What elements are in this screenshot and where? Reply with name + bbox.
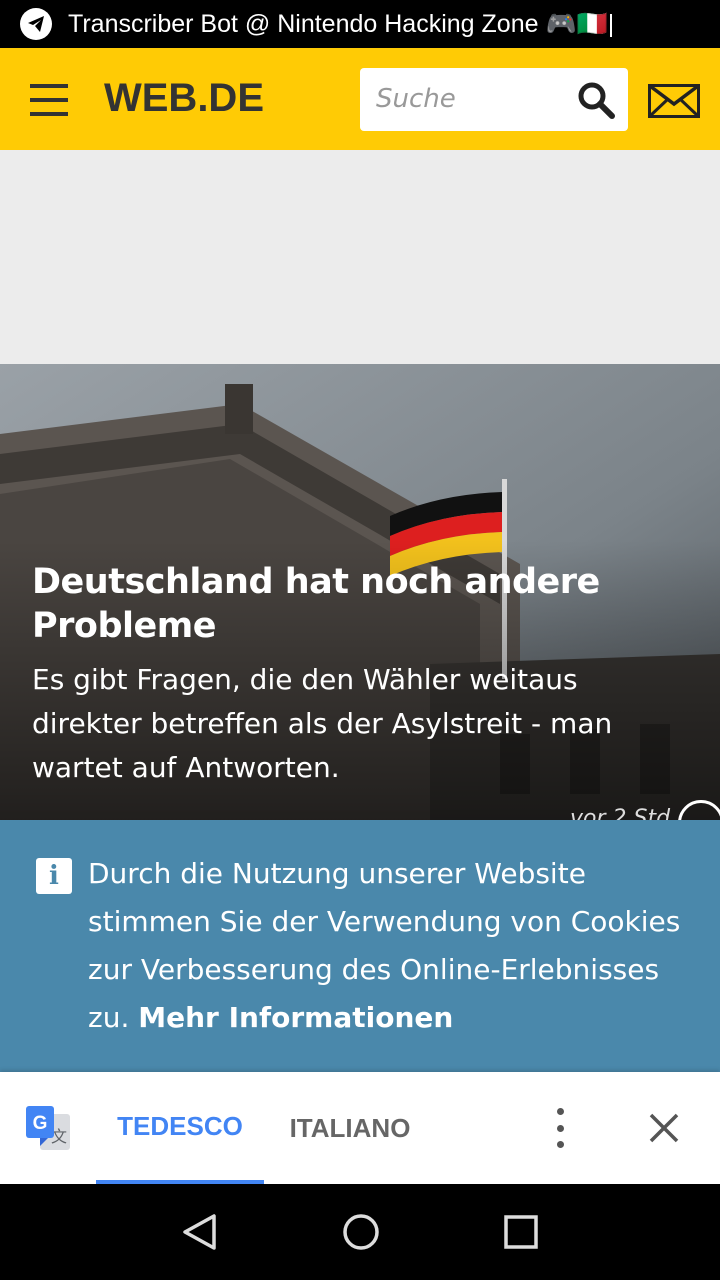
hero-teaser: Es gibt Fragen, die den Wähler weitaus d…: [32, 663, 613, 784]
more-info-link[interactable]: Mehr Informationen: [138, 1001, 453, 1034]
search-box[interactable]: [360, 68, 628, 131]
notification-ticker: Transcriber Bot @ Nintendo Hacking Zone …: [68, 9, 615, 38]
site-logo[interactable]: WEB.DE: [104, 76, 264, 121]
tab-target-language[interactable]: ITALIANO: [270, 1072, 430, 1184]
tab-source-language[interactable]: TEDESCO: [96, 1072, 264, 1184]
close-icon[interactable]: [644, 1108, 684, 1148]
cookie-banner: i Durch die Nutzung unserer Website stim…: [0, 820, 720, 1072]
mail-icon[interactable]: [648, 84, 700, 118]
menu-icon[interactable]: [30, 84, 70, 116]
back-icon[interactable]: [180, 1212, 220, 1252]
navigation-bar: [0, 1184, 720, 1280]
site-header: WEB.DE: [0, 48, 720, 150]
more-icon[interactable]: [546, 1108, 574, 1148]
hero-timestamp: vor 2 Std.: [570, 806, 678, 820]
search-input[interactable]: [376, 78, 566, 120]
hero-article[interactable]: Deutschland hat noch andere Probleme Es …: [0, 364, 720, 820]
hero-headline[interactable]: Deutschland hat noch andere Probleme: [32, 560, 652, 648]
recents-icon[interactable]: [501, 1212, 541, 1252]
info-icon: i: [36, 858, 72, 894]
google-translate-icon: 文 G: [26, 1106, 70, 1150]
svg-text:G: G: [33, 1113, 48, 1134]
home-icon[interactable]: [341, 1212, 381, 1252]
telegram-icon: [20, 8, 52, 40]
search-icon[interactable]: [576, 80, 616, 120]
translate-bar: 文 G TEDESCO ITALIANO: [0, 1072, 720, 1184]
cookie-text: Durch die Nutzung unserer Website stimme…: [88, 850, 698, 1042]
status-bar: Transcriber Bot @ Nintendo Hacking Zone …: [0, 0, 720, 48]
ad-placeholder: [0, 150, 720, 364]
